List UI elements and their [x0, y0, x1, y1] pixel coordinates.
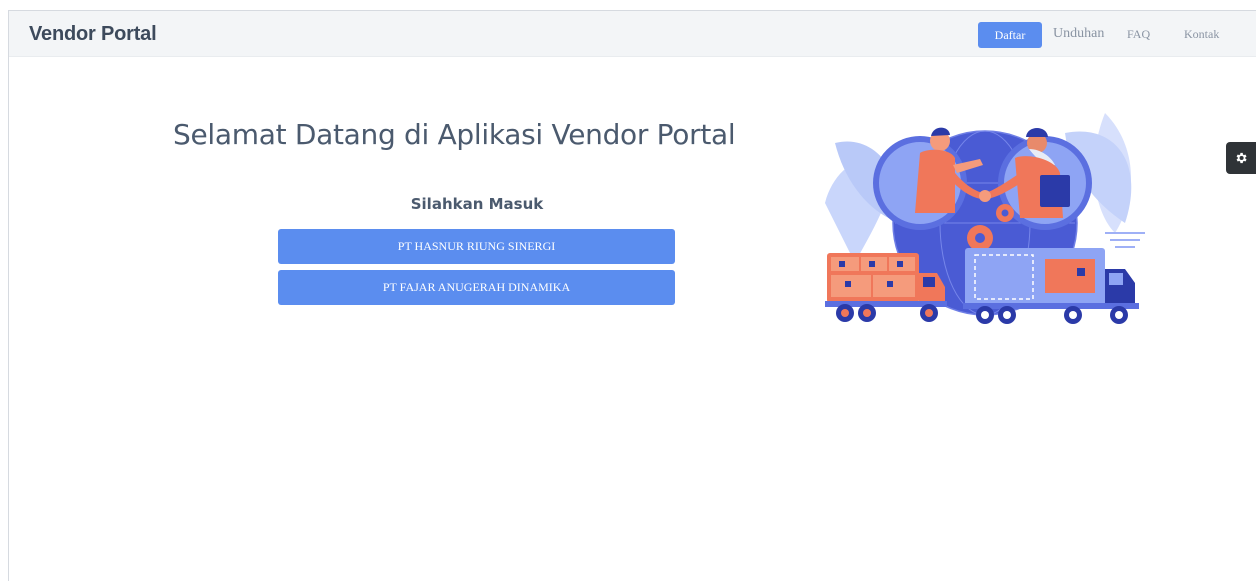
gear-icon [1236, 152, 1247, 164]
nav-link-kontak[interactable]: Kontak [1184, 27, 1219, 42]
login-subtitle: Silahkan Masuk [410, 195, 544, 213]
settings-toggle-button[interactable] [1226, 142, 1256, 174]
page-frame: Vendor Portal Daftar Unduhan FAQ Kontak … [8, 10, 1256, 581]
company-button-fajar[interactable]: PT FAJAR ANUGERAH DINAMIKA [278, 270, 675, 305]
nav-link-faq[interactable]: FAQ [1127, 27, 1150, 42]
brand-logo[interactable]: Vendor Portal [29, 23, 157, 46]
top-navbar: Vendor Portal Daftar Unduhan FAQ Kontak [9, 11, 1256, 57]
welcome-heading: Selamat Datang di Aplikasi Vendor Portal [173, 118, 736, 151]
company-button-hasnur[interactable]: PT HASNUR RIUNG SINERGI [278, 229, 675, 264]
register-button[interactable]: Daftar [978, 22, 1042, 48]
handshake-delivery-illustration [825, 113, 1145, 324]
nav-link-unduhan[interactable]: Unduhan [1053, 26, 1104, 42]
